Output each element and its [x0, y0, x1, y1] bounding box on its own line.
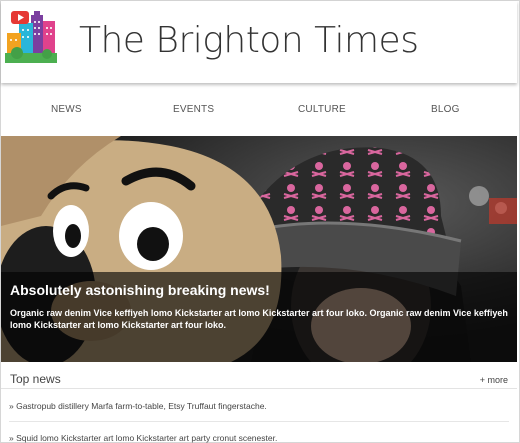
hero-summary: Organic raw denim Vice keffiyeh lomo Kic… [10, 308, 508, 330]
hero-headline[interactable]: Absolutely astonishing breaking news! [10, 282, 270, 298]
top-news-header: Top news + more [1, 366, 517, 389]
more-link[interactable]: + more [480, 375, 508, 385]
news-item[interactable]: » Squid lomo Kickstarter art lomo Kickst… [9, 433, 277, 443]
site-header: The Brighton Times [1, 1, 517, 83]
top-news-heading: Top news [10, 372, 61, 386]
news-divider [9, 421, 509, 422]
city-logo-icon[interactable] [5, 9, 57, 67]
main-nav: NEWS EVENTS CULTURE BLOG [1, 90, 517, 132]
site-title[interactable]: The Brighton Times [79, 19, 419, 63]
nav-item-events[interactable]: EVENTS [173, 104, 214, 115]
news-item[interactable]: » Gastropub distillery Marfa farm-to-tab… [9, 401, 267, 411]
hero-banner[interactable]: Absolutely astonishing breaking news! Or… [1, 136, 517, 362]
nav-item-news[interactable]: NEWS [51, 104, 82, 115]
hero-caption: Absolutely astonishing breaking news! Or… [1, 272, 517, 362]
nav-item-blog[interactable]: BLOG [431, 104, 460, 115]
nav-item-culture[interactable]: CULTURE [298, 104, 346, 115]
